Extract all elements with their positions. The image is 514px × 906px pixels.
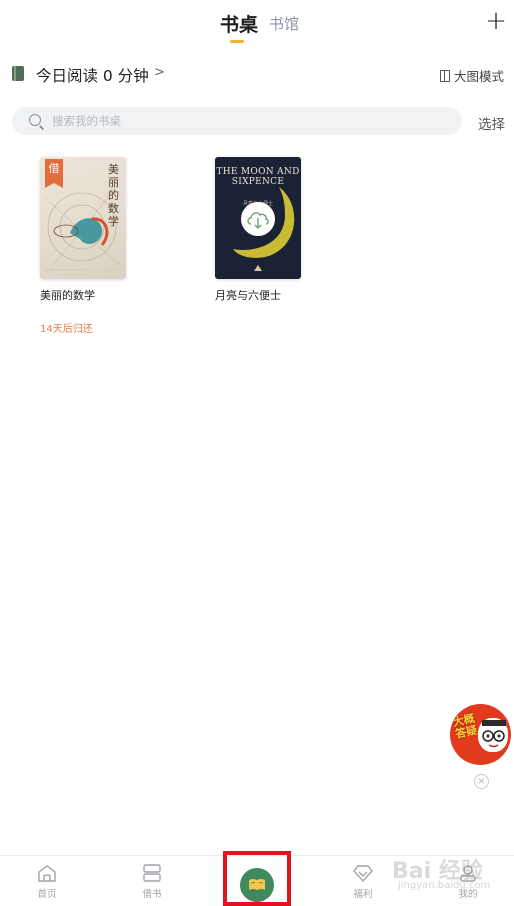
cloud-download-icon[interactable] xyxy=(241,202,275,236)
due-status: 14天后归还 xyxy=(40,324,93,335)
publisher-logo xyxy=(254,265,262,271)
nav-welfare-label: 福利 xyxy=(353,889,373,900)
watermark-url: jingyan.baidu.com xyxy=(398,880,491,891)
book-cover[interactable]: 借 美丽的数学 xyxy=(40,157,126,279)
nav-welfare[interactable]: 福利 xyxy=(333,864,393,900)
top-tabs: 书桌 书馆 + xyxy=(0,6,514,46)
diamond-icon xyxy=(353,865,373,882)
nav-borrow[interactable]: 借书 xyxy=(122,864,182,900)
home-icon xyxy=(38,865,56,882)
book-item[interactable]: THE MOON AND SIXPENCE 月亮与六便士 月亮与六便士 xyxy=(215,157,325,303)
view-mode-toggle[interactable]: 大图模式 xyxy=(439,66,504,84)
books-icon xyxy=(143,864,161,882)
nav-home[interactable]: 首页 xyxy=(17,864,77,900)
chevron-right-icon[interactable]: > xyxy=(154,65,165,80)
book-item[interactable]: 借 美丽的数学 美丽的数学 14天后归还 xyxy=(40,157,150,335)
book-title[interactable]: 月亮与六便士 xyxy=(215,287,325,303)
close-icon[interactable]: × xyxy=(474,774,489,789)
tab-library[interactable]: 书馆 xyxy=(269,13,299,34)
borrow-badge: 借 xyxy=(45,159,63,188)
cover-title: THE MOON AND SIXPENCE xyxy=(216,167,300,187)
grid-mode-icon xyxy=(439,70,450,82)
cover-title: 美丽的数学 xyxy=(108,163,119,228)
bookshelf-center-button[interactable] xyxy=(240,868,274,902)
nav-home-label: 首页 xyxy=(37,889,57,900)
tab-active-indicator xyxy=(230,40,244,43)
faq-float-button[interactable]: 大概答疑 xyxy=(450,704,511,765)
nav-borrow-label: 借书 xyxy=(142,889,162,900)
reading-row: 今日阅读 0 分钟 > 大图模式 xyxy=(12,64,504,86)
search-placeholder: 搜索我的书桌 xyxy=(52,114,121,128)
reading-time[interactable]: 今日阅读 0 分钟 xyxy=(36,64,149,86)
add-button[interactable]: + xyxy=(484,8,508,36)
search-input[interactable]: 搜索我的书桌 xyxy=(12,107,462,135)
select-button[interactable]: 选择 xyxy=(478,113,505,133)
view-mode-label: 大图模式 xyxy=(453,69,504,84)
tab-desk[interactable]: 书桌 xyxy=(220,10,258,37)
open-book-icon xyxy=(249,879,265,890)
book-icon xyxy=(12,66,24,81)
mascot-icon xyxy=(478,718,508,752)
search-icon xyxy=(29,114,41,126)
book-title[interactable]: 美丽的数学 xyxy=(40,287,150,303)
book-cover[interactable]: THE MOON AND SIXPENCE 月亮与六便士 xyxy=(215,157,301,279)
